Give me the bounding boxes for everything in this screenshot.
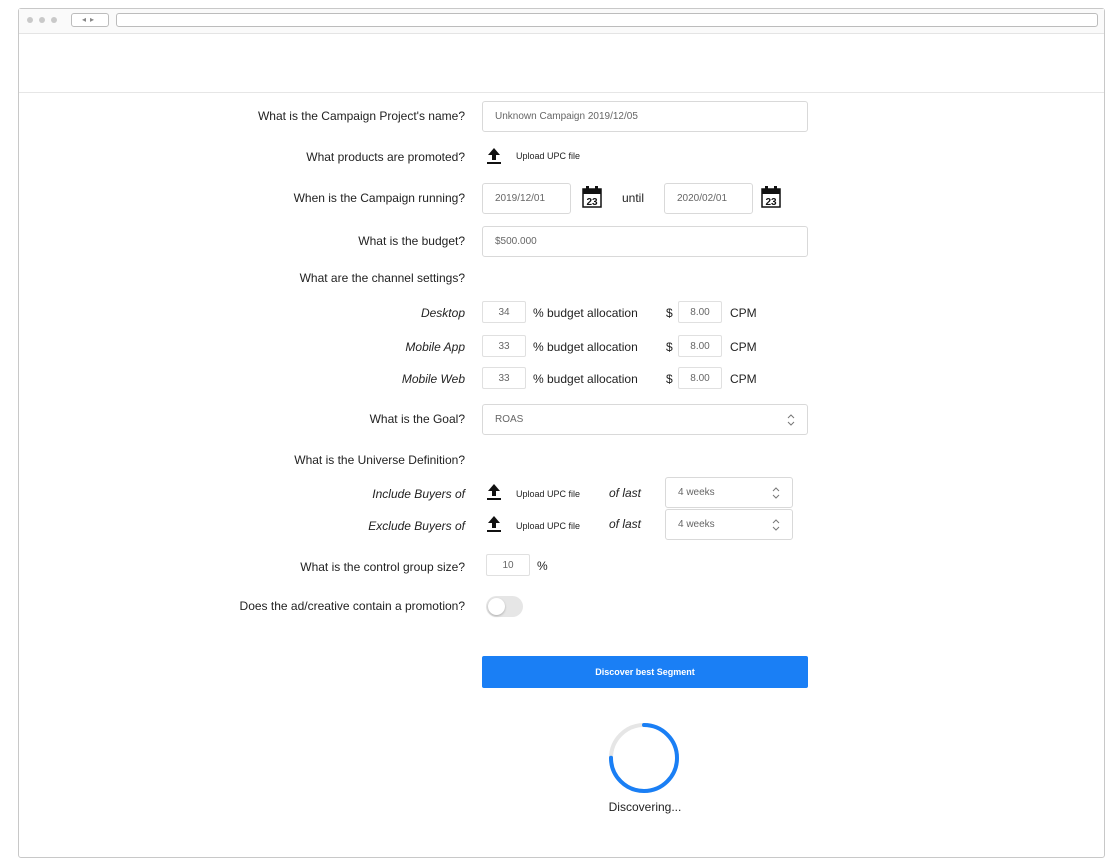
goal-label: What is the Goal?	[369, 412, 465, 426]
desktop-cpm-input[interactable]: 8.00	[678, 301, 722, 323]
cpm-label: CPM	[730, 372, 757, 386]
products-label: What products are promoted?	[306, 150, 465, 164]
select-arrows-icon	[787, 414, 795, 426]
window-dot-close[interactable]	[27, 17, 33, 23]
discover-segment-button[interactable]: Discover best Segment	[482, 656, 808, 688]
upload-icon[interactable]	[487, 483, 501, 501]
window-dot-minimize[interactable]	[39, 17, 45, 23]
start-date-input[interactable]: 2019/12/01	[482, 183, 571, 214]
calendar-icon[interactable]: 23	[761, 186, 781, 208]
of-last-label: of last	[609, 486, 642, 500]
cpm-label: CPM	[730, 340, 757, 354]
calendar-icon[interactable]: 23	[582, 186, 602, 208]
include-period-value: 4 weeks	[678, 487, 715, 498]
back-forward-buttons[interactable]: ◂▸	[71, 13, 109, 27]
channel-name-desktop: Desktop	[420, 306, 465, 320]
dates-label: When is the Campaign running?	[293, 191, 465, 205]
channel-name-mobile-app: Mobile App	[405, 340, 465, 354]
allocation-label: % budget allocation	[533, 306, 638, 320]
goal-select[interactable]: ROAS	[482, 404, 808, 435]
allocation-label: % budget allocation	[533, 372, 638, 386]
cpm-label: CPM	[730, 306, 757, 320]
end-date-input[interactable]: 2020/02/01	[664, 183, 753, 214]
mobile-web-allocation-input[interactable]: 33	[482, 367, 526, 389]
include-upload-link[interactable]: Upload UPC file	[516, 489, 580, 499]
promotion-label: Does the ad/creative contain a promotion…	[239, 599, 465, 613]
status-text: Discovering...	[608, 800, 682, 814]
include-buyers-label: Include Buyers of	[372, 487, 465, 501]
allocation-label: % budget allocation	[533, 340, 638, 354]
campaign-name-input[interactable]: Unknown Campaign 2019/12/05	[482, 101, 808, 132]
exclude-upload-link[interactable]: Upload UPC file	[516, 521, 580, 531]
browser-toolbar: ◂▸	[19, 9, 1104, 34]
exclude-period-value: 4 weeks	[678, 519, 715, 530]
of-last-label: of last	[609, 517, 642, 531]
budget-label: What is the budget?	[358, 234, 465, 248]
calendar-icon-day: 23	[765, 197, 777, 208]
currency-symbol: $	[666, 340, 673, 354]
currency-symbol: $	[666, 372, 673, 386]
mobile-web-cpm-input[interactable]: 8.00	[678, 367, 722, 389]
control-group-unit: %	[537, 559, 548, 573]
budget-input[interactable]: $500.000	[482, 226, 808, 257]
include-period-select[interactable]: 4 weeks	[665, 477, 793, 508]
control-group-input[interactable]: 10	[486, 554, 530, 576]
address-bar[interactable]	[116, 13, 1098, 27]
currency-symbol: $	[666, 306, 673, 320]
exclude-period-select[interactable]: 4 weeks	[665, 509, 793, 540]
promotion-toggle[interactable]	[486, 596, 523, 617]
universe-label: What is the Universe Definition?	[294, 453, 465, 467]
campaign-name-label: What is the Campaign Project's name?	[257, 109, 465, 123]
header-divider	[19, 92, 1104, 93]
goal-select-value: ROAS	[495, 414, 524, 425]
control-group-label: What is the control group size?	[300, 560, 465, 574]
toggle-knob	[488, 598, 505, 615]
loading-spinner	[609, 723, 679, 793]
channel-settings-label: What are the channel settings?	[299, 271, 465, 285]
upload-icon[interactable]	[487, 515, 501, 533]
mobile-app-allocation-input[interactable]: 33	[482, 335, 526, 357]
desktop-allocation-input[interactable]: 34	[482, 301, 526, 323]
products-upload-link[interactable]: Upload UPC file	[516, 151, 580, 161]
select-arrows-icon	[772, 519, 780, 531]
upload-icon[interactable]	[487, 147, 501, 165]
exclude-buyers-label: Exclude Buyers of	[368, 519, 465, 533]
window-dot-maximize[interactable]	[51, 17, 57, 23]
mobile-app-cpm-input[interactable]: 8.00	[678, 335, 722, 357]
calendar-icon-day: 23	[586, 197, 598, 208]
select-arrows-icon	[772, 487, 780, 499]
until-label: until	[622, 191, 645, 205]
channel-name-mobile-web: Mobile Web	[401, 372, 465, 386]
